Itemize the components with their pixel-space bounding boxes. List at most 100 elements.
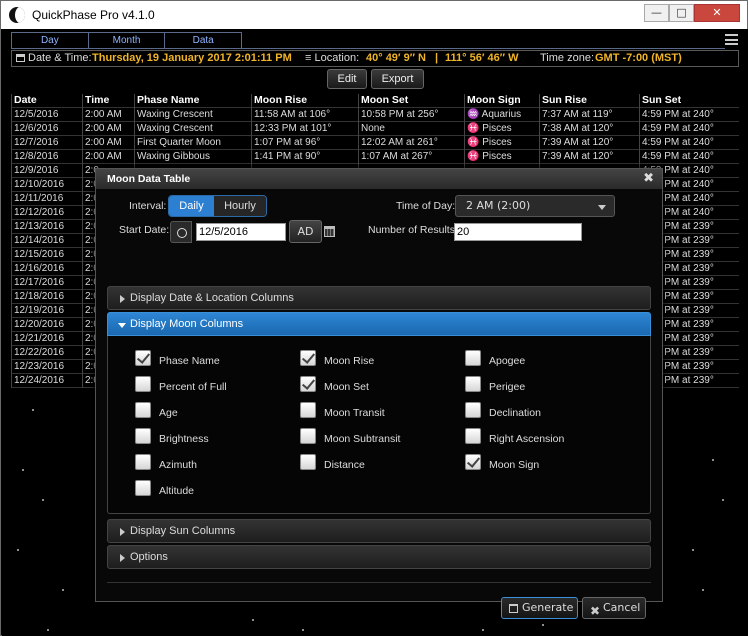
era-button[interactable]: AD xyxy=(289,220,322,243)
longitude-value[interactable]: 111° 56′ 46″ W xyxy=(445,51,518,66)
results-input[interactable]: 20 xyxy=(454,223,582,241)
cancel-button[interactable]: ✖ Cancel xyxy=(582,597,646,619)
tab-divider xyxy=(242,48,725,49)
tab-data[interactable]: Data xyxy=(165,33,241,48)
table-cell: 12/6/2016 xyxy=(11,122,82,136)
checkbox-label[interactable]: Phase Name xyxy=(159,355,220,367)
time-of-day-select[interactable]: 2 AM (2:00) xyxy=(455,195,615,217)
dialog-title[interactable]: Moon Data Table xyxy=(96,169,662,189)
table-row[interactable]: 12/8/2016 2:00 AM Waxing Gibbous 1:41 PM at… xyxy=(11,150,739,164)
calendar-icon xyxy=(16,54,25,63)
table-cell: 1:07 PM at 96° xyxy=(251,136,358,150)
title-bar[interactable]: QuickPhase Pro v4.1.0 — □ ✕ xyxy=(1,1,747,29)
checkbox-apogee[interactable] xyxy=(465,350,481,366)
checkbox-label[interactable]: Percent of Full xyxy=(159,381,227,393)
table-cell: 12/11/2016 xyxy=(11,192,82,206)
window-title: QuickPhase Pro v4.1.0 xyxy=(32,8,155,22)
checkbox-moon-transit[interactable] xyxy=(300,402,316,418)
checkbox-moon-sign[interactable] xyxy=(465,454,481,470)
table-cell: 12/15/2016 xyxy=(11,248,82,262)
checkbox-azimuth[interactable] xyxy=(135,454,151,470)
table-row[interactable]: 12/5/2016 2:00 AM Waxing Crescent 11:58 AM … xyxy=(11,108,739,122)
table-cell: 1:41 PM at 90° xyxy=(251,150,358,164)
column-header[interactable]: Moon Rise xyxy=(251,94,358,108)
table-cell: 7:39 AM at 120° xyxy=(539,136,639,150)
interval-daily-button[interactable]: Daily xyxy=(169,196,214,216)
checkbox-altitude[interactable] xyxy=(135,480,151,496)
calendar-picker-icon[interactable] xyxy=(324,226,335,237)
checkbox-label[interactable]: Moon Subtransit xyxy=(324,433,400,445)
checkbox-right-ascension[interactable] xyxy=(465,428,481,444)
section-moon-columns-label: Display Moon Columns xyxy=(130,318,244,330)
tab-day[interactable]: Day xyxy=(12,33,89,48)
dialog-divider xyxy=(107,582,651,583)
app-logo-icon xyxy=(9,7,25,23)
checkbox-brightness[interactable] xyxy=(135,428,151,444)
tab-month[interactable]: Month xyxy=(89,33,166,48)
column-header[interactable]: Phase Name xyxy=(134,94,251,108)
generate-button[interactable]: Generate xyxy=(501,597,578,619)
checkbox-label[interactable]: Right Ascension xyxy=(489,433,564,445)
star-dot xyxy=(17,549,19,551)
main-panel: Day Month Data Date & Time: Thursday, 19… xyxy=(2,29,748,636)
table-header-row[interactable]: Date Time Phase Name Moon Rise Moon Set Moon … xyxy=(11,94,739,108)
table-cell: 10:58 PM at 256° xyxy=(358,108,464,122)
checkbox-declination[interactable] xyxy=(465,402,481,418)
dialog-close-icon[interactable]: ✖ xyxy=(643,169,654,189)
section-moon-columns[interactable]: Display Moon Columns xyxy=(107,312,651,336)
checkbox-label[interactable]: Moon Set xyxy=(324,381,369,393)
checkbox-label[interactable]: Age xyxy=(159,407,178,419)
table-cell: 11:58 AM at 106° xyxy=(251,108,358,122)
checkbox-distance[interactable] xyxy=(300,454,316,470)
close-window-button[interactable]: ✕ xyxy=(694,4,740,22)
section-date-location[interactable]: Display Date & Location Columns xyxy=(107,286,651,310)
table-row[interactable]: 12/7/2016 2:00 AM First Quarter Moon 1:07 P… xyxy=(11,136,739,150)
table-cell: 1:07 AM at 267° xyxy=(358,150,464,164)
column-header[interactable]: Time xyxy=(82,94,134,108)
checkbox-label[interactable]: Moon Rise xyxy=(324,355,374,367)
clock-icon[interactable] xyxy=(170,221,192,243)
timezone-value[interactable]: GMT -7:00 (MST) xyxy=(595,51,682,66)
checkbox-label[interactable]: Brightness xyxy=(159,433,209,445)
checkbox-label[interactable]: Apogee xyxy=(489,355,525,367)
location-label[interactable]: ≡ Location: xyxy=(305,51,359,66)
section-sun-columns-label: Display Sun Columns xyxy=(130,525,236,537)
column-header[interactable]: Date xyxy=(11,94,82,108)
checkbox-label[interactable]: Azimuth xyxy=(159,459,197,471)
app-window: QuickPhase Pro v4.1.0 — □ ✕ Day Month Da… xyxy=(0,0,748,636)
column-header[interactable]: Moon Sign xyxy=(464,94,539,108)
checkbox-moon-set[interactable] xyxy=(300,376,316,392)
star-dot xyxy=(722,499,724,501)
checkbox-percent-of-full[interactable] xyxy=(135,376,151,392)
column-header[interactable]: Sun Rise xyxy=(539,94,639,108)
start-date-input[interactable]: 12/5/2016 xyxy=(196,223,286,241)
minimize-button[interactable]: — xyxy=(644,4,669,22)
checkbox-age[interactable] xyxy=(135,402,151,418)
export-button[interactable]: Export xyxy=(371,69,424,89)
checkbox-perigee[interactable] xyxy=(465,376,481,392)
latitude-value[interactable]: 40° 49′ 9″ N xyxy=(366,51,426,66)
maximize-button[interactable]: □ xyxy=(669,4,694,22)
hamburger-menu-icon[interactable] xyxy=(725,34,738,45)
checkbox-label[interactable]: Altitude xyxy=(159,485,194,497)
column-header[interactable]: Moon Set xyxy=(358,94,464,108)
chevron-right-icon xyxy=(120,295,125,303)
interval-hourly-button[interactable]: Hourly xyxy=(214,196,266,216)
table-cell: 12/24/2016 xyxy=(11,374,82,388)
checkbox-phase-name[interactable] xyxy=(135,350,151,366)
checkbox-label[interactable]: Perigee xyxy=(489,381,525,393)
checkbox-label[interactable]: Declination xyxy=(489,407,541,419)
section-sun-columns[interactable]: Display Sun Columns xyxy=(107,519,651,543)
checkbox-label[interactable]: Distance xyxy=(324,459,365,471)
table-cell: 12/5/2016 xyxy=(11,108,82,122)
date-label[interactable]: Date & Time: xyxy=(16,51,92,66)
table-row[interactable]: 12/6/2016 2:00 AM Waxing Crescent 12:33 PM … xyxy=(11,122,739,136)
column-header[interactable]: Sun Set xyxy=(639,94,739,108)
checkbox-moon-rise[interactable] xyxy=(300,350,316,366)
edit-button[interactable]: Edit xyxy=(327,69,367,89)
checkbox-moon-subtransit[interactable] xyxy=(300,428,316,444)
section-options[interactable]: Options xyxy=(107,545,651,569)
date-value[interactable]: Thursday, 19 January 2017 2:01:11 PM xyxy=(92,51,292,66)
checkbox-label[interactable]: Moon Transit xyxy=(324,407,385,419)
checkbox-label[interactable]: Moon Sign xyxy=(489,459,539,471)
